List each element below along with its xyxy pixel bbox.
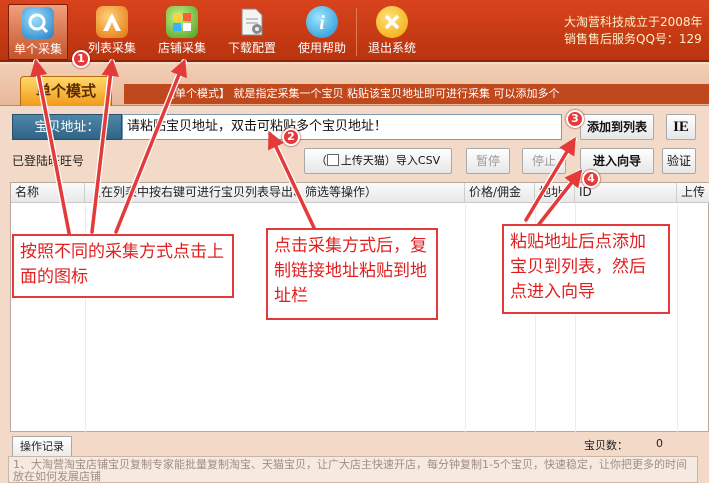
company-line1: 大淘营科技成立于2008年 <box>564 15 703 29</box>
step-badge-4: 4 <box>582 170 600 188</box>
download-config-button[interactable]: 下载配置 <box>222 4 282 60</box>
exit-button[interactable]: 退出系统 <box>362 4 422 60</box>
column-header-price[interactable]: 价格/佣金 <box>465 183 535 203</box>
verify-button[interactable]: 验证 <box>662 148 696 174</box>
logged-in-wangwang-label: 已登陆旺旺号 <box>12 154 85 168</box>
svg-text:i: i <box>319 12 325 33</box>
shop-collect-icon <box>166 6 198 38</box>
column-header-address[interactable]: 地址 <box>535 183 575 203</box>
exit-label: 退出系统 <box>367 41 416 55</box>
company-line2: 销售售后服务QQ号：129 <box>564 32 702 46</box>
shop-collect-label: 店铺采集 <box>157 41 206 55</box>
column-header-upload[interactable]: 上传 <box>677 183 709 203</box>
annotation-note-2: 点击采集方式后，复制链接地址粘贴到地址栏 <box>266 228 438 320</box>
mode-description: 【单个模式】 就是指定采集一个宝贝 粘贴该宝贝地址即可进行采集 可以添加多个 <box>124 84 709 104</box>
table-header: 名称 （在列表中按右键可进行宝贝列表导出、筛选等操作） 价格/佣金 地址 ID … <box>11 183 709 203</box>
company-info: 大淘营科技成立于2008年 销售售后服务QQ号：129 <box>564 14 703 48</box>
single-collect-label: 单个采集 <box>13 42 62 56</box>
ie-button[interactable]: IE <box>666 114 696 140</box>
item-count-value: 0 <box>656 437 663 450</box>
stop-button[interactable]: 停止 <box>522 148 566 174</box>
step-badge-2: 2 <box>282 128 300 146</box>
column-header-hint[interactable]: （在列表中按右键可进行宝贝列表导出、筛选等操作） <box>85 183 465 203</box>
download-config-icon <box>236 6 268 38</box>
operation-log-text: 1、大淘营淘宝店铺宝贝复制专家能批量复制淘宝、天猫宝贝，让广大店主快速开店，每分… <box>8 456 698 483</box>
help-label: 使用帮助 <box>297 41 346 55</box>
column-divider <box>465 203 466 432</box>
upload-open-paren: （ <box>315 154 327 167</box>
upload-tmall-checkbox[interactable] <box>326 154 339 166</box>
column-header-name[interactable]: 名称 <box>11 183 85 203</box>
exit-icon <box>376 6 408 38</box>
toolbar-divider <box>356 8 357 56</box>
tab-single-mode[interactable]: 单个模式 <box>20 76 112 106</box>
single-collect-icon <box>22 7 54 39</box>
upload-tmall-csv-group: （ 上传天猫）导入CSV <box>304 148 452 174</box>
add-to-list-button[interactable]: 添加到列表 <box>580 114 654 140</box>
annotation-note-3: 粘贴地址后点添加宝贝到列表，然后点进入向导 <box>502 224 670 314</box>
annotation-note-1: 按照不同的采集方式点击上面的图标 <box>12 234 234 298</box>
single-collect-button[interactable]: 单个采集 <box>8 4 68 60</box>
mode-bar: 【单个模式】 就是指定采集一个宝贝 粘贴该宝贝地址即可进行采集 可以添加多个 单… <box>0 64 709 106</box>
download-config-label: 下载配置 <box>227 41 276 55</box>
pause-button[interactable]: 暂停 <box>466 148 510 174</box>
item-address-input[interactable]: 请粘贴宝贝地址，双击可粘贴多个宝贝地址！ <box>122 114 562 140</box>
upload-tmall-label: 上传天猫）导入CSV <box>340 154 441 167</box>
shop-collect-button[interactable]: 店铺采集 <box>152 4 212 60</box>
list-collect-button[interactable]: 列表采集 <box>82 4 142 60</box>
column-divider <box>677 203 678 432</box>
step-badge-1: 1 <box>72 50 90 68</box>
main-toolbar: 单个采集 列表采集 店铺采集 下载配置 i 使用帮助 退出系统 大淘营科技成立于… <box>0 0 709 62</box>
list-collect-icon <box>96 6 128 38</box>
list-collect-label: 列表采集 <box>87 41 136 55</box>
tab-operation-log[interactable]: 操作记录 <box>12 436 72 456</box>
help-button[interactable]: i 使用帮助 <box>292 4 352 60</box>
item-address-label: 宝贝地址： <box>12 114 122 140</box>
item-count-label: 宝贝数： <box>584 439 628 452</box>
step-badge-3: 3 <box>566 110 584 128</box>
help-icon: i <box>306 6 338 38</box>
